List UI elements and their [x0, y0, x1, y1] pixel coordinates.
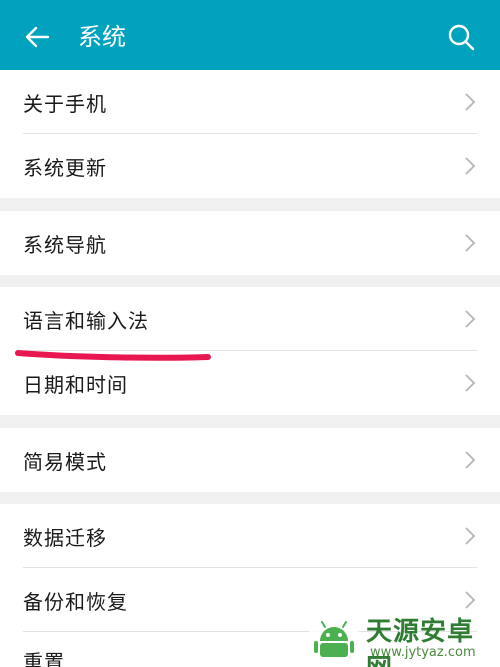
settings-item-about-phone[interactable]: 关于手机 — [0, 70, 500, 134]
settings-item-label: 日期和时间 — [23, 372, 128, 397]
settings-item-date-time[interactable]: 日期和时间 — [0, 351, 500, 415]
settings-item-system-navigation[interactable]: 系统导航 — [0, 211, 500, 275]
search-button[interactable] — [444, 20, 478, 54]
watermark-url: www.jytyaz.com — [370, 645, 476, 660]
android-logo-icon — [308, 613, 360, 665]
chevron-right-icon — [465, 451, 476, 469]
search-icon — [448, 24, 475, 51]
settings-item-system-update[interactable]: 系统更新 — [0, 134, 500, 198]
chevron-right-icon — [465, 234, 476, 252]
settings-item-label: 简易模式 — [23, 449, 107, 474]
back-arrow-icon — [25, 26, 50, 48]
watermark: 天源安卓网 www.jytyaz.com — [300, 609, 500, 667]
settings-item-label: 系统更新 — [23, 155, 107, 180]
settings-screen: 系统 关于手机 系统更新 系统导航 语言和输入法 日期和时间 简易模式 数据迁移… — [0, 0, 500, 667]
chevron-right-icon — [465, 591, 476, 609]
page-title: 系统 — [78, 23, 126, 51]
app-bar: 系统 — [0, 0, 500, 70]
settings-group-1: 关于手机 系统更新 — [0, 70, 500, 198]
chevron-right-icon — [465, 157, 476, 175]
settings-group-4: 简易模式 — [0, 428, 500, 492]
chevron-right-icon — [465, 527, 476, 545]
settings-item-label: 系统导航 — [23, 232, 107, 257]
chevron-right-icon — [465, 310, 476, 328]
settings-item-label: 备份和恢复 — [23, 589, 128, 614]
settings-item-label: 重置 — [23, 650, 65, 667]
back-button[interactable] — [20, 20, 54, 54]
settings-item-language-input[interactable]: 语言和输入法 — [0, 287, 500, 351]
settings-group-3: 语言和输入法 日期和时间 — [0, 287, 500, 415]
settings-item-label: 语言和输入法 — [23, 308, 149, 333]
settings-item-label: 数据迁移 — [23, 525, 107, 550]
settings-item-label: 关于手机 — [23, 91, 107, 116]
settings-group-2: 系统导航 — [0, 211, 500, 275]
chevron-right-icon — [465, 93, 476, 111]
settings-item-data-migration[interactable]: 数据迁移 — [0, 504, 500, 568]
settings-item-simple-mode[interactable]: 简易模式 — [0, 428, 500, 492]
chevron-right-icon — [465, 374, 476, 392]
